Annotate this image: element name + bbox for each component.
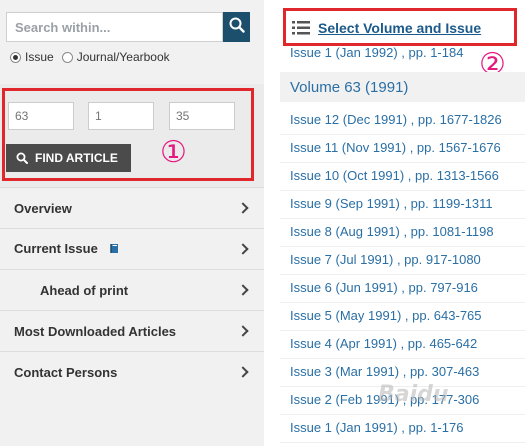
menu-item-contact-persons[interactable]: Contact Persons [0,351,264,392]
issue-link[interactable]: Issue 5 (May 1991) , pp. 643-765 [290,308,482,323]
search-scope-radio-group: Issue Journal/Yearbook [10,50,170,64]
issue-radio[interactable] [10,51,21,63]
issue-link-partial[interactable]: Issue 1 (Jan 1992) , pp. 1-184 [290,45,463,60]
issue-link[interactable]: Issue 1 (Jan 1991) , pp. 1-176 [290,420,463,435]
issue-divider [280,218,525,219]
sidebar-menu: Overview Current Issue Ahead of print Mo… [0,187,264,392]
issue-divider [280,274,525,275]
highlight-box-select-volume [283,8,517,46]
journal-radio[interactable] [61,51,73,63]
volume-heading: Volume 63 (1991) [280,72,525,102]
chevron-right-icon [237,243,249,255]
menu-item-overview[interactable]: Overview [0,187,264,228]
issue-link[interactable]: Issue 4 (Apr 1991) , pp. 465-642 [290,336,477,351]
issue-divider [280,246,525,247]
issue-divider [280,190,525,191]
issue-divider [280,134,525,135]
issue-divider [280,330,525,331]
issue-link[interactable]: Issue 10 (Oct 1991) , pp. 1313-1566 [290,168,499,183]
highlight-box-find-article [2,88,254,181]
menu-item-most-downloaded[interactable]: Most Downloaded Articles [0,310,264,351]
issue-link[interactable]: Issue 7 (Jul 1991) , pp. 917-1080 [290,252,481,267]
menu-item-ahead-of-print[interactable]: Ahead of print [0,269,264,310]
issue-link[interactable]: Issue 11 (Nov 1991) , pp. 1567-1676 [290,140,501,155]
menu-item-label: Current Issue [14,240,98,256]
chevron-right-icon [237,366,249,378]
issue-divider [280,302,525,303]
issue-divider [280,442,525,443]
issue-divider [280,162,525,163]
chevron-right-icon [237,325,249,337]
menu-item-label: Overview [14,200,72,216]
menu-item-label: Most Downloaded Articles [14,323,177,339]
issue-divider [280,358,525,359]
journal-radio-label: Journal/Yearbook [76,50,170,64]
chevron-right-icon [237,284,249,296]
issue-link[interactable]: Issue 6 (Jun 1991) , pp. 797-916 [290,280,478,295]
issue-link[interactable]: Issue 3 (Mar 1991) , pp. 307-463 [290,364,479,379]
menu-item-label: Ahead of print [40,282,129,298]
book-icon [109,242,120,257]
baidu-watermark: Baidu [378,382,449,407]
search-input[interactable] [6,12,223,42]
issue-link[interactable]: Issue 9 (Sep 1991) , pp. 1199-1311 [290,196,493,211]
menu-item-current-issue[interactable]: Current Issue [0,228,264,269]
search-icon [229,17,245,38]
chevron-right-icon [237,202,249,214]
issue-link[interactable]: Issue 8 (Aug 1991) , pp. 1081-1198 [290,224,494,239]
issue-link[interactable]: Issue 12 (Dec 1991) , pp. 1677-1826 [290,112,502,127]
issue-radio-label: Issue [25,50,54,64]
search-button[interactable] [223,12,250,42]
menu-item-label: Contact Persons [14,364,118,380]
annotation-number-1: ① [160,135,187,170]
issue-divider [280,414,525,415]
